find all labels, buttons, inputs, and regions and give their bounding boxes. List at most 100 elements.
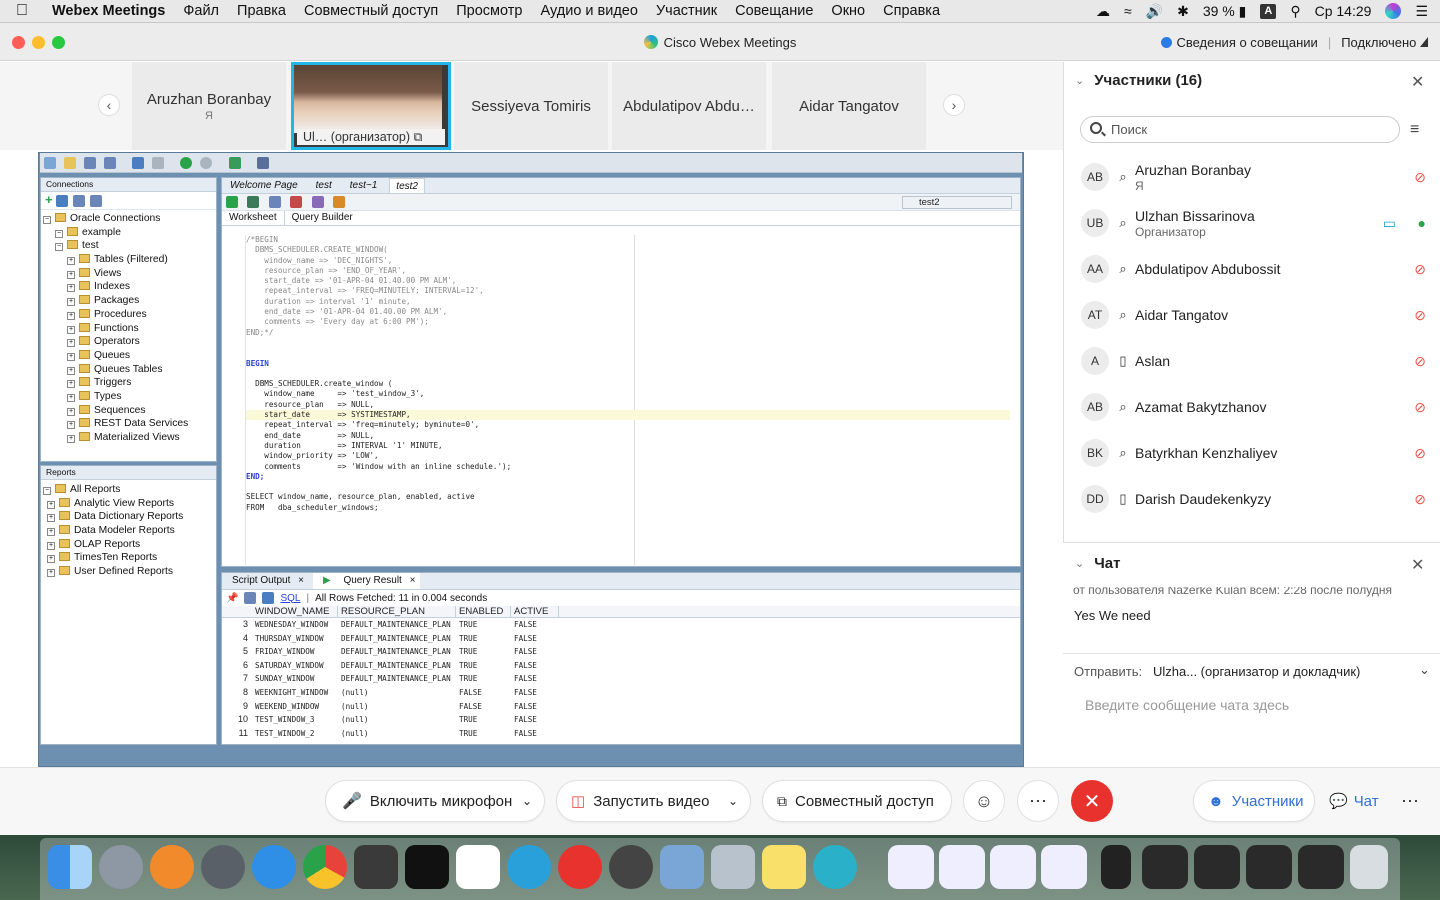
chevron-down-icon[interactable]: ⌄ bbox=[1075, 74, 1084, 87]
chat-input[interactable]: Введите сообщение чата здесь bbox=[1085, 697, 1289, 713]
video-on-icon[interactable]: ▭ bbox=[1383, 215, 1396, 232]
participant-row[interactable]: AB ⌕ Azamat Bakytzhanov ⊘ bbox=[1063, 384, 1440, 430]
video-tile[interactable]: Aruzhan Boranbay Я bbox=[132, 62, 286, 150]
tree-node[interactable]: + Queues Tables bbox=[43, 363, 216, 377]
table-row[interactable]: 9 WEEKEND_WINDOW (null) FALSE FALSE bbox=[222, 700, 1020, 714]
menubar-clock[interactable]: Ср 14:29 bbox=[1315, 3, 1372, 19]
tree-node[interactable]: + Packages bbox=[43, 294, 216, 308]
print-icon[interactable] bbox=[244, 592, 257, 604]
apple-icon[interactable]:  bbox=[0, 2, 44, 20]
table-row[interactable]: 8 WEEKNIGHT_WINDOW (null) FALSE FALSE bbox=[222, 686, 1020, 700]
video-tile[interactable]: Sessiyeva Tomiris bbox=[454, 62, 608, 150]
menu-audio-video[interactable]: Аудио и видео bbox=[531, 3, 646, 19]
moodle-icon[interactable] bbox=[456, 845, 500, 889]
trash-icon[interactable] bbox=[1350, 845, 1388, 889]
participants-header[interactable]: ⌄ Участники (16) bbox=[1075, 72, 1202, 89]
mic-on-icon[interactable]: ● bbox=[1418, 215, 1426, 231]
menu-edit[interactable]: Правка bbox=[228, 3, 295, 19]
safari-icon[interactable] bbox=[252, 845, 296, 889]
expand-icon[interactable]: + bbox=[67, 393, 75, 402]
report-node[interactable]: + User Defined Reports bbox=[43, 565, 216, 579]
share-button[interactable]: ⧉ Совместный доступ bbox=[762, 780, 952, 822]
chevron-down-icon[interactable]: ⌄ bbox=[1075, 557, 1084, 570]
report-node[interactable]: + Data Dictionary Reports bbox=[43, 510, 216, 524]
table-row[interactable]: 7 SUNDAY_WINDOW DEFAULT_MAINTENANCE_PLAN TR… bbox=[222, 672, 1020, 686]
expand-icon[interactable]: − bbox=[55, 243, 63, 252]
expand-icon[interactable]: + bbox=[47, 555, 55, 564]
expand-icon[interactable]: + bbox=[67, 366, 75, 375]
refresh-icon[interactable] bbox=[56, 195, 69, 207]
strip-prev-button[interactable]: ‹ bbox=[98, 94, 120, 116]
expand-icon[interactable]: + bbox=[67, 257, 75, 266]
mic-muted-icon[interactable]: ⊘ bbox=[1414, 399, 1426, 416]
database-icon[interactable] bbox=[711, 845, 755, 889]
menu-meeting[interactable]: Совещание bbox=[726, 3, 822, 19]
commit-icon[interactable] bbox=[268, 196, 281, 208]
report-node[interactable]: + TimesTen Reports bbox=[43, 551, 216, 565]
notification-center-icon[interactable]: ☰ bbox=[1415, 3, 1428, 20]
launchpad-icon[interactable] bbox=[99, 845, 143, 889]
input-source-icon[interactable]: A bbox=[1260, 3, 1277, 19]
table-row[interactable]: 6 SATURDAY_WINDOW DEFAULT_MAINTENANCE_PLAN… bbox=[222, 659, 1020, 673]
debug-icon[interactable] bbox=[256, 157, 269, 169]
expand-icon[interactable]: + bbox=[47, 528, 55, 537]
mic-muted-icon[interactable]: ⊘ bbox=[1414, 445, 1426, 462]
connection-status[interactable]: Подключено bbox=[1341, 35, 1428, 50]
participant-row[interactable]: DD ▯ Darish Daudekenkyzy ⊘ bbox=[1063, 476, 1440, 522]
menu-app-name[interactable]: Webex Meetings bbox=[44, 3, 174, 19]
participant-row[interactable]: UB ⌕ Ulzhan Bissarinova Организатор ▭ ● bbox=[1063, 200, 1440, 246]
video-tile-active-speaker[interactable]: Ul… (организатор) ⧉ bbox=[291, 62, 451, 150]
participant-row[interactable]: AB ⌕ Aruzhan Boranbay Я ⊘ bbox=[1063, 154, 1440, 200]
back-icon[interactable] bbox=[200, 157, 213, 169]
sql-editor[interactable]: /*BEGIN DBMS_SCHEDULER.CREATE_WINDOW( wi… bbox=[246, 235, 1010, 565]
unmute-button[interactable]: 🎤 Включить микрофон ⌄ bbox=[325, 780, 545, 822]
terminal-icon[interactable] bbox=[405, 845, 449, 889]
menu-participant[interactable]: Участник bbox=[647, 3, 726, 19]
open-icon[interactable] bbox=[64, 157, 77, 169]
redo-icon[interactable] bbox=[152, 157, 165, 169]
expand-icon[interactable]: + bbox=[67, 298, 75, 307]
expand-icon[interactable]: − bbox=[55, 229, 63, 238]
minimized-window-icon[interactable] bbox=[1246, 845, 1292, 889]
close-participants-button[interactable]: ✕ bbox=[1411, 72, 1424, 92]
menu-view[interactable]: Просмотр bbox=[447, 3, 531, 19]
explain-icon[interactable] bbox=[311, 196, 324, 208]
tree-node[interactable]: + Triggers bbox=[43, 376, 216, 390]
webex-icon[interactable] bbox=[813, 845, 857, 889]
minimized-window-icon[interactable] bbox=[939, 845, 985, 889]
tab-test-1[interactable]: test~1 bbox=[344, 178, 384, 193]
tree-node[interactable]: − test bbox=[43, 239, 216, 253]
rollback-icon[interactable] bbox=[290, 196, 303, 208]
sort-list-icon[interactable]: ≡ bbox=[1410, 121, 1419, 139]
chevron-down-icon[interactable]: ⌄ bbox=[1419, 662, 1430, 678]
more-options-button[interactable]: ⋯ bbox=[1017, 780, 1059, 822]
menu-file[interactable]: Файл bbox=[174, 3, 228, 19]
results-grid[interactable]: WINDOW_NAME RESOURCE_PLAN ENABLED ACTIVE… bbox=[222, 606, 1020, 740]
mic-muted-icon[interactable]: ⊘ bbox=[1414, 307, 1426, 324]
column-header[interactable]: RESOURCE_PLAN bbox=[338, 606, 456, 617]
menu-help[interactable]: Справка bbox=[874, 3, 949, 19]
undo-icon[interactable] bbox=[132, 157, 145, 169]
save-all-icon[interactable] bbox=[104, 157, 117, 169]
column-header[interactable]: ENABLED bbox=[456, 606, 511, 617]
minimized-window-icon[interactable] bbox=[1298, 845, 1344, 889]
strip-next-button[interactable]: › bbox=[943, 94, 965, 116]
mail-icon[interactable] bbox=[558, 845, 602, 889]
connection-select[interactable]: test2 bbox=[902, 196, 1012, 209]
add-connection-icon[interactable]: + bbox=[45, 192, 53, 207]
tree-node[interactable]: + REST Data Services bbox=[43, 417, 216, 431]
tab-welcome-page[interactable]: Welcome Page bbox=[224, 178, 304, 193]
expand-icon[interactable]: + bbox=[67, 421, 75, 430]
menu-share[interactable]: Совместный доступ bbox=[295, 3, 447, 19]
tree-node[interactable]: + Materialized Views bbox=[43, 431, 216, 445]
participant-row[interactable]: BK ⌕ Batyrkhan Kenzhaliyev ⊘ bbox=[1063, 430, 1440, 476]
tab-script-output[interactable]: Script Output × bbox=[222, 573, 309, 589]
tree-node[interactable]: + Queues bbox=[43, 349, 216, 363]
minimized-window-icon[interactable] bbox=[1142, 845, 1188, 889]
table-row[interactable]: 5 FRIDAY_WINDOW DEFAULT_MAINTENANCE_PLAN TR… bbox=[222, 645, 1020, 659]
cloud-icon[interactable]: ☁ bbox=[1096, 3, 1110, 20]
wifi-icon[interactable]: ≈ bbox=[1124, 3, 1132, 19]
meeting-info-link[interactable]: Сведения о совещании bbox=[1161, 35, 1318, 50]
tab-query-result[interactable]: ▶ Query Result × bbox=[312, 573, 421, 589]
table-row[interactable]: 4 THURSDAY_WINDOW DEFAULT_MAINTENANCE_PLAN… bbox=[222, 632, 1020, 646]
